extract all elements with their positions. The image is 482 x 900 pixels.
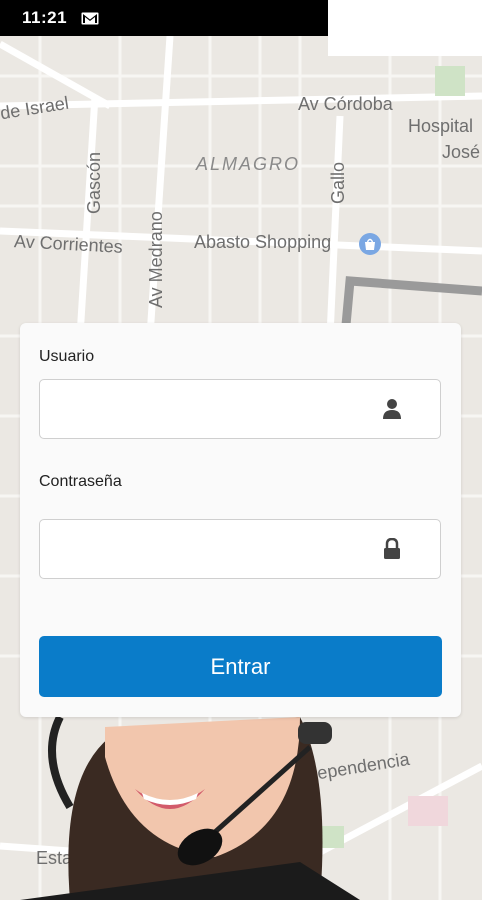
username-input[interactable] xyxy=(40,380,376,438)
username-field[interactable] xyxy=(39,379,441,439)
user-icon xyxy=(382,398,402,420)
map-label-abasto: Abasto Shopping xyxy=(194,232,332,252)
map-label-av-cordoba: Av Córdoba xyxy=(298,94,393,114)
support-agent-photo xyxy=(0,717,482,900)
gmail-icon xyxy=(81,12,99,25)
map-label-gallo: Gallo xyxy=(328,161,348,204)
map-label-av-medrano: Av Medrano xyxy=(146,211,166,308)
map-label-almagro: ALMAGRO xyxy=(196,154,301,174)
map-label-gascon: Gascón xyxy=(84,151,104,214)
status-time: 11:21 xyxy=(22,8,68,27)
shopping-bag-icon[interactable] xyxy=(358,232,382,256)
password-field[interactable] xyxy=(39,519,441,579)
password-label: Contraseña xyxy=(39,473,122,490)
map-label-jose: José xyxy=(442,142,481,162)
username-label: Usuario xyxy=(39,348,95,365)
password-input[interactable] xyxy=(40,520,376,578)
login-card: Usuario Contraseña Entrar xyxy=(20,323,461,717)
top-right-blank xyxy=(328,0,482,56)
lock-icon xyxy=(382,537,402,560)
login-submit-button[interactable]: Entrar xyxy=(39,636,442,697)
map-label-hospital: Hospital xyxy=(408,116,474,136)
status-bar: 11:21 xyxy=(0,0,328,36)
